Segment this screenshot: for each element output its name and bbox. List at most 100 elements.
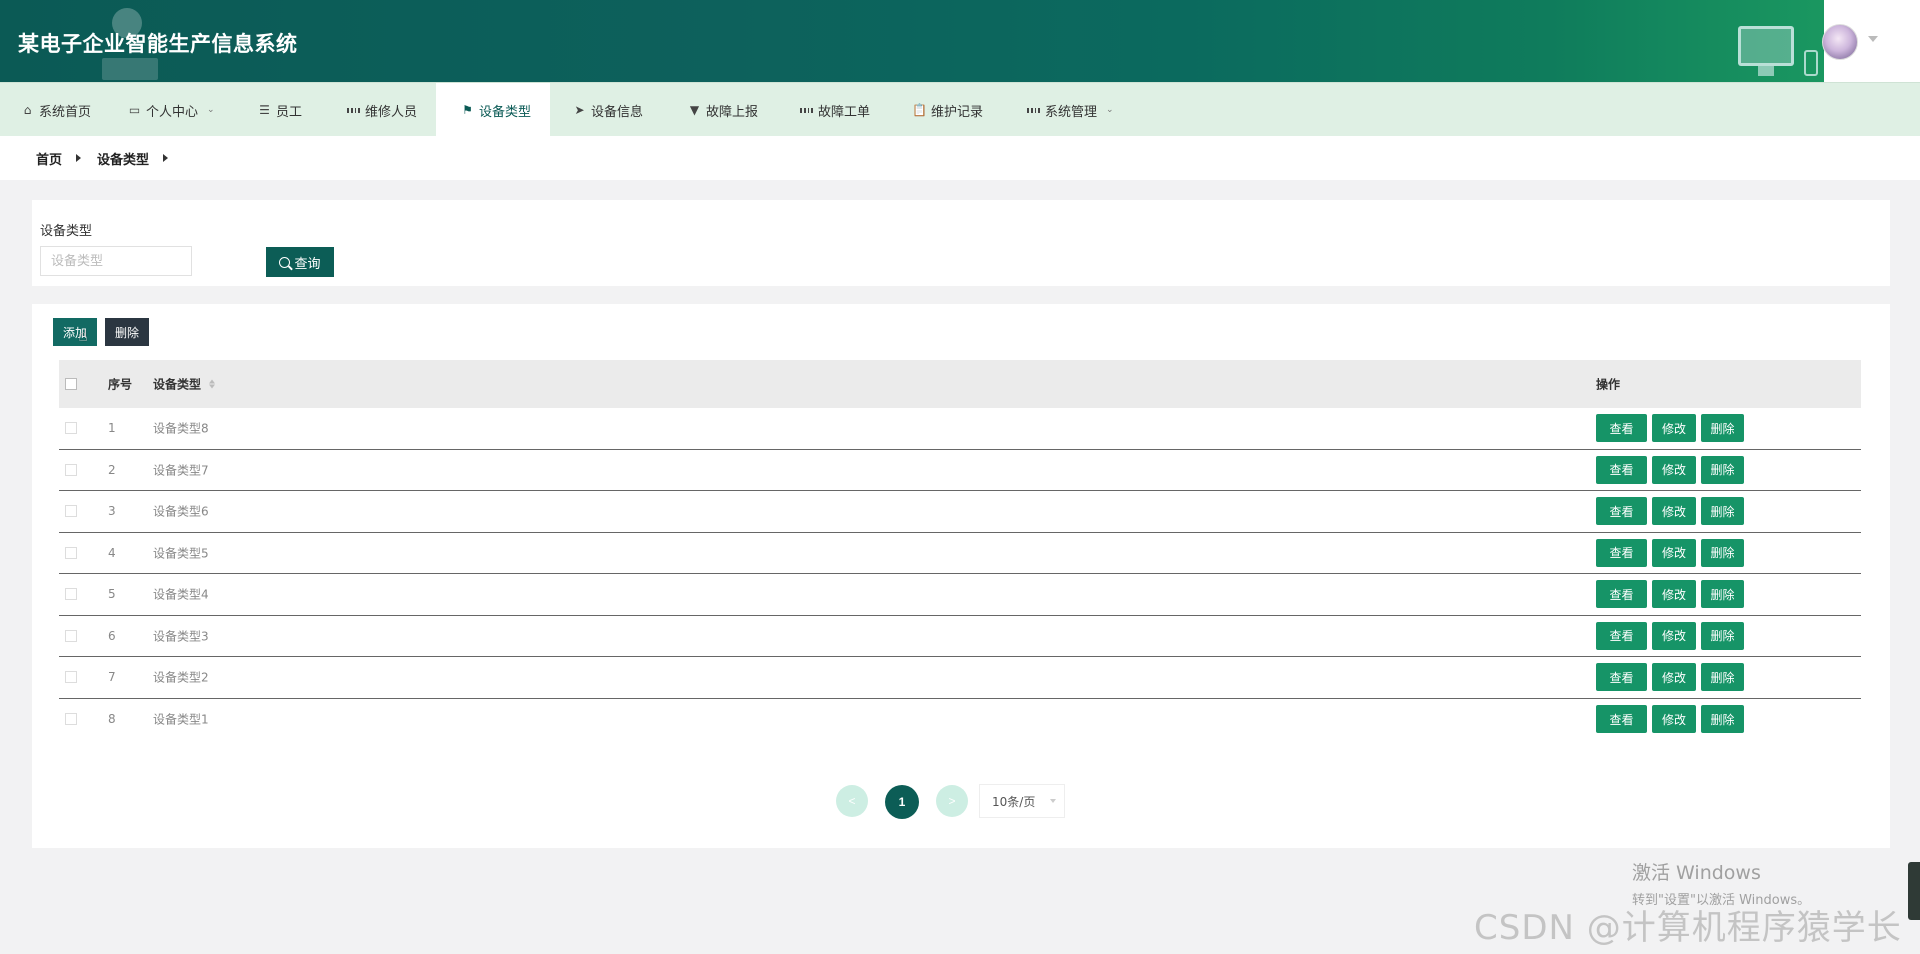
next-page-button[interactable]: >	[936, 785, 968, 817]
view-button[interactable]: 查看	[1596, 414, 1647, 443]
view-button[interactable]: 查看	[1596, 621, 1647, 650]
site-title: 某电子企业智能生产信息系统	[18, 32, 298, 56]
nav-item-system-admin[interactable]: 系统管理 ⌄	[1027, 83, 1114, 137]
delete-button[interactable]: 删除	[1701, 455, 1744, 484]
delete-button[interactable]: 删除	[1701, 414, 1744, 443]
nav-item-label: 系统管理	[1045, 104, 1098, 120]
page-size-value: 10条/页	[992, 794, 1036, 809]
watermark: CSDN @计算机程序猿学长	[1474, 908, 1902, 948]
monitor-icon	[1738, 26, 1794, 66]
nav-item-employee[interactable]: ☰ 员工	[258, 83, 302, 137]
row-actions: 查看 修改 删除	[1596, 663, 1744, 692]
delete-button[interactable]: 删除	[1701, 538, 1744, 567]
device-type-search-input[interactable]	[40, 246, 192, 276]
view-button[interactable]: 查看	[1596, 580, 1647, 609]
edit-button[interactable]: 修改	[1652, 414, 1696, 443]
breadcrumb-current[interactable]: 设备类型	[97, 149, 149, 168]
hand-cursor-icon: ☝	[78, 326, 88, 345]
breadcrumb: 首页 设备类型	[0, 136, 1920, 180]
chevron-down-icon[interactable]	[1868, 36, 1878, 42]
edit-button[interactable]: 修改	[1652, 497, 1696, 526]
nav-item-home[interactable]: ⌂ 系统首页	[21, 83, 91, 137]
breadcrumb-home[interactable]: 首页	[36, 149, 62, 168]
edit-button[interactable]: 修改	[1652, 538, 1696, 567]
delete-button[interactable]: 删除	[1701, 497, 1744, 526]
add-button[interactable]: 添加	[53, 318, 97, 346]
prev-page-button[interactable]: <	[836, 785, 868, 817]
view-button[interactable]: 查看	[1596, 705, 1647, 734]
search-label: 设备类型	[40, 224, 93, 239]
delete-button[interactable]: 删除	[1701, 621, 1744, 650]
table-row: 2 设备类型7 查看 修改 删除	[59, 450, 1861, 491]
header: 某电子企业智能生产信息系统	[0, 0, 1920, 82]
nav-item-repair-staff[interactable]: 维修人员	[347, 83, 417, 137]
delete-button[interactable]: 删除	[1701, 663, 1744, 692]
view-button[interactable]: 查看	[1596, 497, 1647, 526]
nav-item-label: 故障工单	[818, 104, 871, 120]
search-icon	[279, 256, 291, 268]
select-all-checkbox[interactable]	[65, 378, 77, 390]
row-checkbox[interactable]	[65, 546, 77, 559]
edit-button[interactable]: 修改	[1652, 705, 1696, 734]
grid-icon	[1027, 104, 1040, 117]
monitor-stand-decoration	[1758, 66, 1774, 76]
row-index: 8	[108, 712, 116, 727]
grid-icon	[347, 104, 360, 117]
calendar-icon: ▭	[128, 103, 141, 117]
sort-icon[interactable]	[209, 379, 216, 389]
row-actions: 查看 修改 删除	[1596, 705, 1744, 734]
nav-item-label: 维修人员	[365, 104, 418, 120]
table-row: 5 设备类型4 查看 修改 删除	[59, 574, 1861, 616]
nav-item-label: 维护记录	[931, 104, 984, 120]
nav-item-device-type[interactable]: ⚑ 设备类型	[436, 83, 550, 137]
delete-button[interactable]: 删除	[1701, 705, 1744, 734]
row-actions: 查看 修改 删除	[1596, 414, 1744, 443]
edit-button[interactable]: 修改	[1652, 455, 1696, 484]
nav-item-personal-center[interactable]: ▭ 个人中心 ⌄	[128, 83, 215, 137]
nav-item-label: 设备信息	[591, 104, 644, 120]
page-number-button[interactable]: 1	[885, 785, 919, 819]
nav-item-label: 故障上报	[706, 104, 759, 120]
search-button[interactable]: 查询	[266, 247, 334, 277]
nav-item-fault-report[interactable]: ▼ 故障上报	[688, 83, 758, 137]
user-avatar[interactable]	[1822, 24, 1858, 60]
nav-item-fault-ticket[interactable]: 故障工单	[800, 83, 870, 137]
view-button[interactable]: 查看	[1596, 455, 1647, 484]
table-row: 3 设备类型6 查看 修改 删除	[59, 491, 1861, 533]
row-checkbox[interactable]	[65, 422, 77, 435]
table-row: 6 设备类型3 查看 修改 删除	[59, 616, 1861, 657]
row-checkbox[interactable]	[65, 629, 77, 642]
chevron-right-icon	[163, 154, 169, 162]
page-size-select[interactable]: 10条/页	[979, 784, 1065, 818]
chevron-down-icon: ⌄	[207, 105, 215, 115]
row-checkbox[interactable]	[65, 505, 77, 518]
edit-button[interactable]: 修改	[1652, 663, 1696, 692]
row-index: 7	[108, 670, 116, 685]
table-header: 序号 设备类型 操作	[59, 360, 1861, 408]
column-header-device-type[interactable]: 设备类型	[153, 376, 216, 393]
clipboard-icon: 📋	[912, 103, 927, 117]
row-checkbox[interactable]	[65, 588, 77, 601]
banner-decoration	[102, 58, 158, 80]
nav-item-device-info[interactable]: ➤ 设备信息	[573, 83, 643, 137]
row-device-type: 设备类型3	[153, 629, 209, 644]
nav-item-label: 系统首页	[39, 104, 92, 120]
edit-button[interactable]: 修改	[1652, 621, 1696, 650]
column-header-index: 序号	[108, 377, 133, 392]
view-button[interactable]: 查看	[1596, 538, 1647, 567]
row-checkbox[interactable]	[65, 671, 77, 684]
delete-button[interactable]: 删除	[1701, 580, 1744, 609]
nav-item-maintenance-record[interactable]: 📋 维护记录	[912, 83, 984, 137]
grid-icon	[800, 104, 813, 117]
row-actions: 查看 修改 删除	[1596, 455, 1744, 484]
table-row: 4 设备类型5 查看 修改 删除	[59, 533, 1861, 574]
row-checkbox[interactable]	[65, 713, 77, 726]
nav-item-label: 员工	[276, 104, 303, 120]
search-button-label: 查询	[294, 255, 321, 271]
batch-delete-button[interactable]: 删除	[105, 318, 149, 346]
edit-button[interactable]: 修改	[1652, 580, 1696, 609]
nav-item-label: 个人中心	[146, 104, 199, 120]
row-checkbox[interactable]	[65, 463, 77, 476]
view-button[interactable]: 查看	[1596, 663, 1647, 692]
side-handle[interactable]	[1908, 862, 1920, 920]
